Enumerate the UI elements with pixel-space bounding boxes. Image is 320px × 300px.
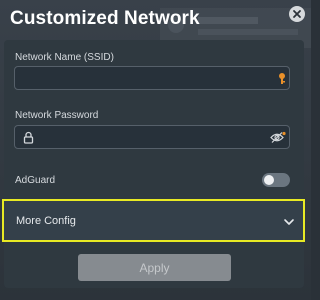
adguard-toggle[interactable] xyxy=(262,173,290,187)
dialog-title: Customized Network xyxy=(10,8,200,29)
lock-icon xyxy=(23,131,34,144)
close-button[interactable] xyxy=(289,6,305,22)
ssid-input[interactable] xyxy=(23,70,263,86)
ssid-field[interactable] xyxy=(14,66,290,90)
background-text-line xyxy=(198,17,258,24)
toggle-knob xyxy=(264,175,274,185)
password-input[interactable] xyxy=(39,129,263,145)
background-text-line xyxy=(198,29,298,35)
ssid-label: Network Name (SSID) xyxy=(15,52,114,63)
more-config-label: More Config xyxy=(16,215,76,227)
chevron-down-icon xyxy=(284,219,294,225)
password-field[interactable] xyxy=(14,125,290,149)
close-icon xyxy=(293,10,301,18)
eye-slash-icon[interactable] xyxy=(270,131,286,144)
key-icon xyxy=(279,73,285,84)
adguard-label: AdGuard xyxy=(15,175,56,186)
password-label: Network Password xyxy=(15,110,99,121)
more-config-row[interactable]: More Config xyxy=(2,199,305,242)
apply-button[interactable]: Apply xyxy=(78,254,231,281)
